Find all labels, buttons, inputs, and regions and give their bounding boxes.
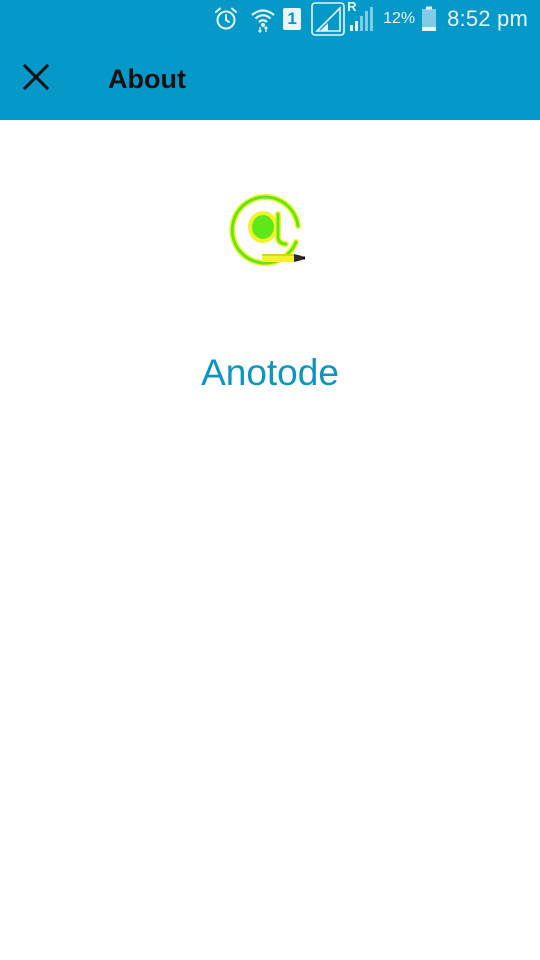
close-button[interactable]	[12, 55, 60, 103]
sim-1-icon: 1	[283, 8, 302, 30]
battery-percent: 12%	[383, 10, 416, 27]
app-name: Anotode	[201, 352, 339, 393]
alarm-icon	[213, 6, 239, 32]
about-content: Anotode	[0, 120, 540, 960]
status-clock: 8:52 pm	[447, 6, 528, 31]
status-bar: 1 R 12% 8:52 pm	[0, 0, 540, 38]
battery-icon	[421, 6, 437, 32]
roaming-signal-icon: R	[347, 0, 375, 33]
page-title: About	[108, 64, 186, 94]
close-icon	[22, 63, 50, 96]
app-toolbar: About	[0, 38, 540, 120]
signal-icon	[311, 2, 345, 36]
app-logo-icon	[226, 190, 310, 267]
roaming-indicator: R	[347, 0, 357, 14]
wifi-icon	[249, 5, 277, 33]
status-icons: 1 R 12% 8:52 pm	[207, 0, 528, 36]
